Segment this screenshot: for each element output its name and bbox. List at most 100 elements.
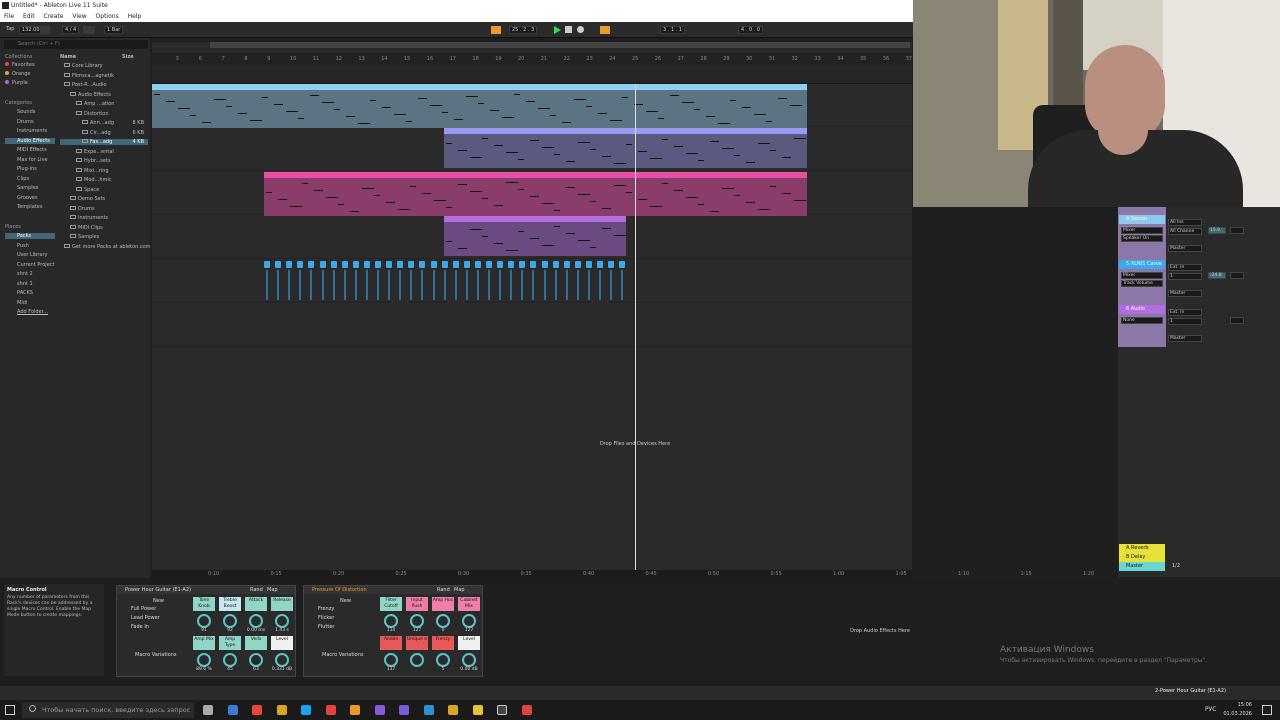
track-pan[interactable] [1230,227,1244,234]
channel-select[interactable]: All Channe [1168,228,1202,235]
tempo-field[interactable]: 132.00 [19,26,43,34]
browser-tree-item[interactable]: Post-R...Audio [60,82,148,88]
loop-start-field[interactable]: 3 . 1 . 1 [660,26,686,34]
menu-file[interactable]: File [4,13,14,20]
overview-scrollbar[interactable] [210,42,910,48]
rack2-rand-button[interactable]: Rand [437,587,450,593]
tap-tempo-button[interactable]: Tap [4,26,16,34]
place-item[interactable]: Packs [5,233,55,239]
macro-label[interactable]: Amble [380,636,402,650]
browser-tree-item[interactable]: Fas...adg 4 KB [60,139,148,145]
place-item[interactable]: Current Project [5,262,55,268]
macro-label[interactable]: Input Push [406,597,428,611]
channel-select[interactable]: 1 [1168,318,1202,325]
macro-label[interactable]: Amp Hoc [432,597,454,611]
collection-orange[interactable]: Orange [5,71,30,77]
place-item[interactable]: Midi [5,300,55,306]
time-signature-field[interactable]: 4 / 4 [62,26,80,34]
menu-view[interactable]: View [72,13,86,20]
audio-from[interactable]: Ext. In [1168,309,1202,316]
macro-knob[interactable] [410,653,424,667]
track-header[interactable]: 6 Audio [1119,305,1165,314]
taskbar-search-input[interactable]: Чтобы начать поиск, введите здесь запрос [22,702,194,718]
taskbar-app-icon[interactable] [301,705,311,715]
taskbar-app-icon[interactable] [203,705,213,715]
browser-tree-item[interactable]: Drums [60,205,148,212]
macro-label[interactable]: Amp Type [219,636,241,650]
macro-knob[interactable] [436,614,450,628]
category-clips[interactable]: Clips [5,176,55,182]
master-ratio[interactable]: 1/2 [1172,563,1180,569]
category-templates[interactable]: Templates [5,204,55,210]
taskbar-app-icon[interactable] [227,705,238,715]
notification-icon[interactable] [1262,705,1272,715]
browser-tree-item[interactable]: Amp ...ation [60,101,148,107]
taskbar-app-icon[interactable] [374,705,385,715]
macro-knob[interactable] [384,614,398,628]
browser-tree-item[interactable]: Audio Effects [60,91,148,98]
track-lane[interactable] [152,304,912,347]
clock-date[interactable]: 01.03.2026 [1218,711,1252,717]
automation-arm-icon[interactable] [600,26,610,34]
loop-length-field[interactable]: 4 . 0 . 0 [738,26,764,34]
rack1-new-button[interactable]: New [153,598,164,604]
browser-tree-item[interactable]: Space [60,186,148,193]
track-input-type[interactable]: Mixer [1121,227,1163,234]
track-input-type[interactable]: None [1121,317,1163,324]
macro-label[interactable]: Treble Boost [219,597,241,611]
browser-tree-item[interactable]: Core Library [60,63,148,69]
macro-knob[interactable] [275,614,289,628]
browser-tree-item[interactable]: Mixi...ring [60,167,148,174]
macro-knob[interactable] [275,653,289,667]
place-item[interactable]: shnt 2 [5,271,55,277]
return-track-header[interactable]: A Reverb [1119,544,1165,553]
arrangement-clip[interactable] [264,172,807,216]
browser-tree-item[interactable]: Filmsca...agnetik [60,72,148,79]
macro-label[interactable]: Unique e [406,636,428,650]
browser-tree-item[interactable]: Ann...adg 8 KB [60,120,148,126]
macro-knob[interactable] [436,653,450,667]
rack2-map-button[interactable]: Map [454,587,465,593]
return-track-header[interactable]: Master [1119,562,1165,571]
browser-tree-item[interactable]: Hybr...sets [60,158,148,164]
macro-label[interactable]: Frenzy [432,636,454,650]
audio-to[interactable]: Master [1168,335,1202,342]
macro-label[interactable]: Tone Knob [193,597,215,611]
arrangement-clip[interactable] [444,216,626,256]
browser-tree-item[interactable]: Cir...adg 6 KB [60,129,148,136]
rack1-map-button[interactable]: Map [267,587,278,593]
place-item[interactable]: Add Folder... [5,309,55,315]
chain-item[interactable]: Flicker [312,615,334,621]
track-input-channel[interactable]: Track Volume [1121,280,1163,287]
macro-label[interactable]: Attack [245,597,267,611]
category-instruments[interactable]: Instruments [5,128,55,134]
taskbar-app-icon[interactable] [399,705,409,715]
category-max-for-live[interactable]: Max for Live [5,157,55,163]
column-size-header[interactable]: Size [122,54,134,60]
taskbar-app-icon[interactable] [423,705,434,715]
browser-tree-item[interactable]: Demo Sets [60,196,148,202]
stop-icon[interactable] [565,26,572,33]
taskbar-app-icon[interactable] [472,705,483,715]
category-midi-effects[interactable]: MIDI Effects [5,147,55,153]
macro-knob[interactable] [223,653,237,667]
category-grooves[interactable]: Grooves [5,195,55,201]
browser-search-input[interactable]: Search (Ctrl + F) [4,40,148,49]
track-pan[interactable] [1230,317,1244,324]
language-indicator[interactable]: РУС [1205,706,1216,713]
clock-time[interactable]: 15:06 [1228,702,1252,708]
macro-knob[interactable] [249,653,263,667]
menu-help[interactable]: Help [128,13,142,20]
place-item[interactable]: PACKS [5,290,55,296]
metronome-icon[interactable] [40,26,50,34]
audio-from[interactable]: All Ins [1168,219,1202,226]
track-pan[interactable] [1230,272,1244,279]
track-header[interactable]: 5 XLN/1 Carve [1119,260,1165,269]
macro-knob[interactable] [410,614,424,628]
quantization-menu[interactable]: 1 Bar [104,26,124,34]
taskbar-app-icon[interactable] [521,705,532,715]
macro-knob[interactable] [197,653,211,667]
taskbar-app-icon[interactable] [350,705,360,715]
category-drums[interactable]: Drums [5,119,55,125]
place-item[interactable]: User Library [5,252,55,258]
